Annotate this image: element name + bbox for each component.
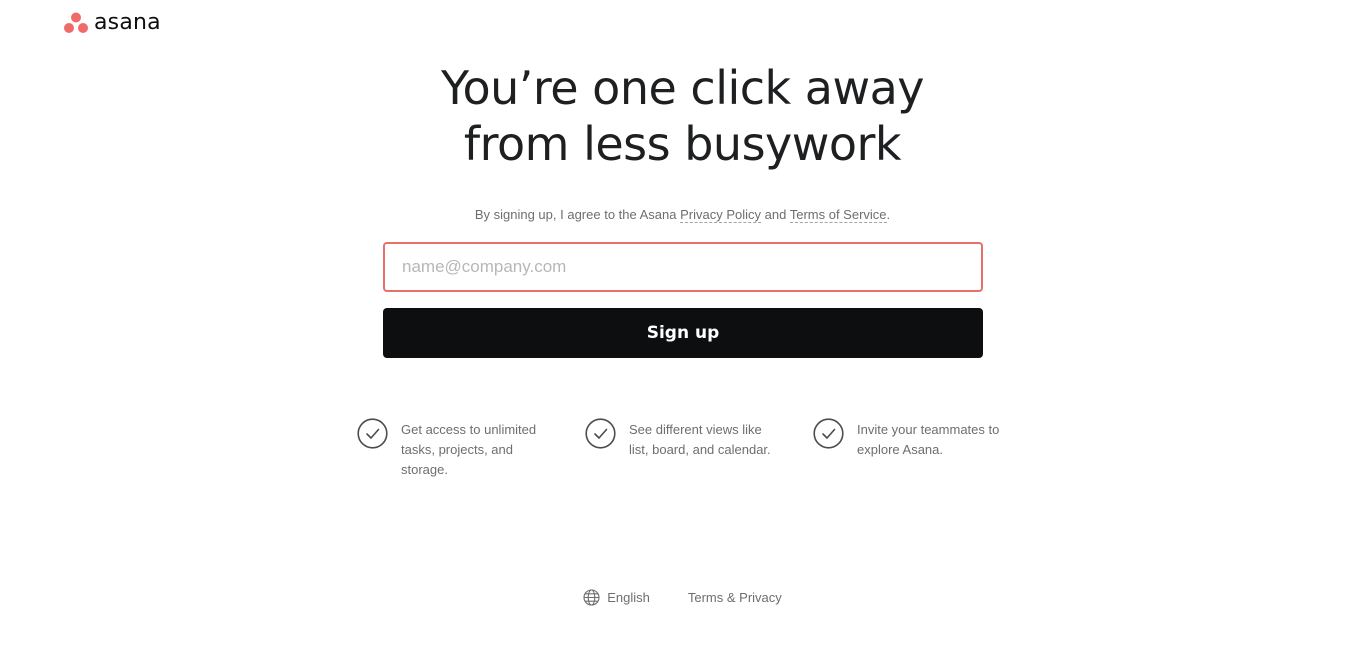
sign-up-button[interactable]: Sign up bbox=[383, 308, 983, 358]
signup-page: asana You’re one click away from less bu… bbox=[0, 0, 1365, 651]
language-label: English bbox=[607, 590, 650, 605]
feature-text: Invite your teammates to explore Asana. bbox=[857, 422, 1000, 457]
terms-of-service-link[interactable]: Terms of Service bbox=[789, 207, 887, 223]
terms-privacy-link[interactable]: Terms & Privacy bbox=[688, 589, 782, 606]
feature-item: See different views like list, board, an… bbox=[585, 418, 813, 480]
page-title: You’re one click away from less busywork bbox=[0, 60, 1365, 172]
check-circle-icon bbox=[585, 418, 616, 449]
brand-name: asana bbox=[94, 10, 161, 35]
asana-logo[interactable]: asana bbox=[63, 12, 161, 34]
globe-icon bbox=[583, 589, 600, 606]
feature-text: See different views like list, board, an… bbox=[629, 422, 771, 457]
email-input[interactable] bbox=[383, 242, 983, 292]
consent-text: By signing up, I agree to the Asana Priv… bbox=[0, 207, 1365, 223]
consent-prefix: By signing up, I agree to the Asana bbox=[474, 207, 681, 222]
check-circle-icon bbox=[357, 418, 388, 449]
privacy-policy-link[interactable]: Privacy Policy bbox=[680, 207, 762, 223]
feature-item: Invite your teammates to explore Asana. bbox=[813, 418, 1041, 480]
feature-text: Get access to unlimited tasks, projects,… bbox=[401, 422, 537, 477]
footer: English Terms & Privacy bbox=[0, 589, 1365, 606]
consent-suffix: . bbox=[886, 207, 891, 222]
features-list: Get access to unlimited tasks, projects,… bbox=[357, 418, 1041, 480]
feature-item: Get access to unlimited tasks, projects,… bbox=[357, 418, 585, 480]
consent-middle: and bbox=[761, 207, 790, 222]
check-circle-icon bbox=[813, 418, 844, 449]
title-line-1: You’re one click away bbox=[440, 61, 925, 115]
title-line-2: from less busywork bbox=[463, 117, 902, 171]
asana-logo-icon bbox=[64, 12, 88, 33]
language-selector[interactable]: English bbox=[583, 589, 650, 606]
